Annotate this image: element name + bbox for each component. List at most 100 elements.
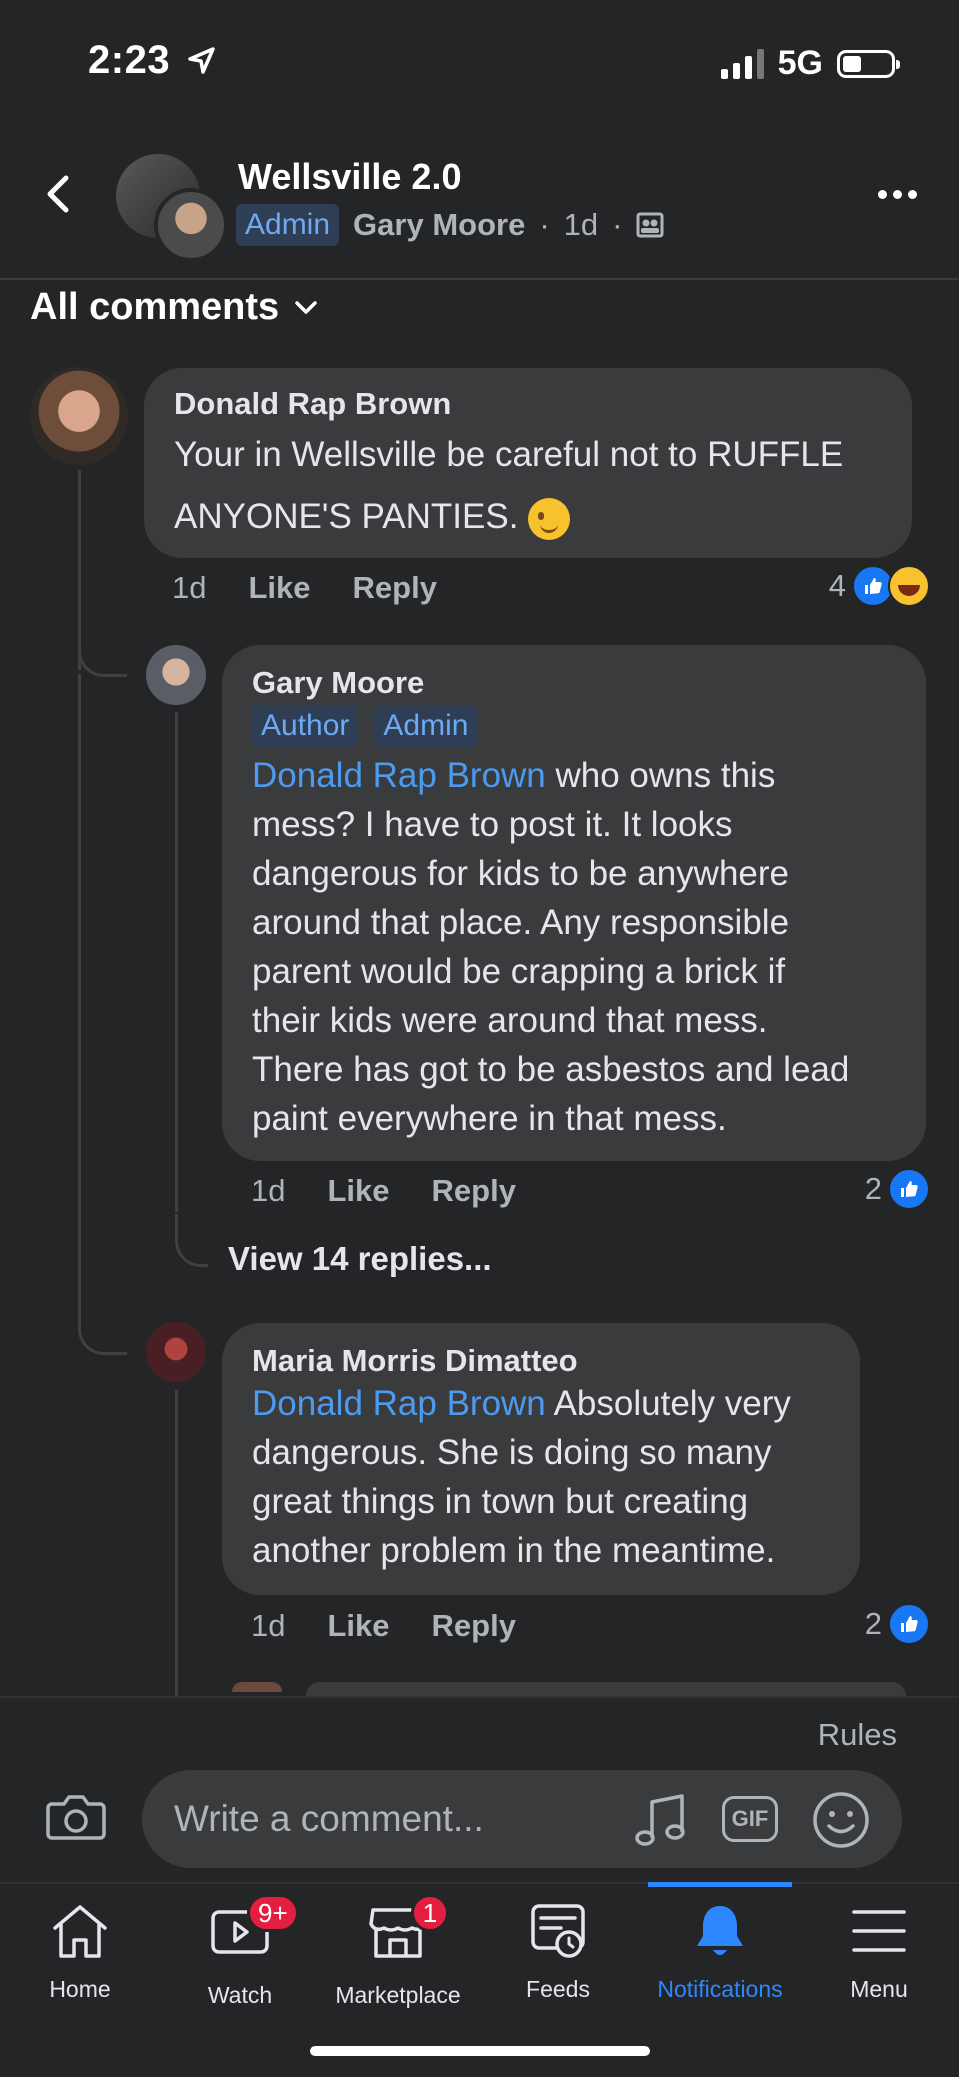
tab-label: Watch xyxy=(207,1982,273,2008)
battery-icon xyxy=(837,49,900,78)
thread-connector xyxy=(78,1308,127,1355)
admin-badge: Admin xyxy=(374,705,478,747)
like-button[interactable]: Like xyxy=(327,1173,389,1209)
comment-text: Donald Rap Brown who owns this mess? I h… xyxy=(252,751,896,1143)
comment-filter-dropdown[interactable]: All comments xyxy=(30,286,319,329)
active-tab-indicator xyxy=(648,1882,792,1887)
like-reaction-icon xyxy=(888,1603,930,1645)
haha-reaction-icon xyxy=(888,565,930,607)
meta-separator: · xyxy=(612,207,623,242)
feeds-icon xyxy=(531,1904,585,1958)
tab-marketplace[interactable]: 1 Marketplace xyxy=(318,1894,478,2009)
comment-actions: 1d Like Reply xyxy=(172,570,437,606)
reaction-count: 4 xyxy=(828,568,846,603)
reaction-summary[interactable]: 2 xyxy=(865,1168,930,1210)
group-name[interactable]: Wellsville 2.0 xyxy=(238,156,461,198)
bell-icon xyxy=(697,1906,743,1955)
comment-body: Your in Wellsville be careful not to RUF… xyxy=(174,435,844,536)
tab-feeds[interactable]: Feeds xyxy=(478,1902,638,2003)
tab-menu[interactable]: Menu xyxy=(799,1902,959,2003)
like-button[interactable]: Like xyxy=(327,1608,389,1644)
comment-bubble[interactable]: Donald Rap Brown Your in Wellsville be c… xyxy=(144,368,912,558)
location-arrow-icon xyxy=(188,47,215,74)
comment-input-placeholder: Write a comment... xyxy=(174,1798,484,1839)
home-indicator xyxy=(310,2046,650,2056)
comment-author[interactable]: Maria Morris Dimatteo xyxy=(252,1343,830,1379)
comment-body: dangerous. She is doing so many great th… xyxy=(252,1433,776,1570)
back-chevron-icon[interactable] xyxy=(40,172,76,216)
reply-button[interactable]: Reply xyxy=(432,1608,516,1644)
mention-link[interactable]: Donald Rap Brown xyxy=(252,1384,546,1423)
thread-line xyxy=(78,674,81,1324)
menu-icon xyxy=(852,1910,906,1952)
view-replies-link[interactable]: View 14 replies... xyxy=(228,1240,492,1278)
tab-label: Home xyxy=(49,1976,111,2002)
mention-link[interactable]: Donald Rap Brown xyxy=(252,756,546,795)
like-button[interactable]: Like xyxy=(248,570,310,606)
post-time: 1d xyxy=(563,207,599,242)
comment-bubble[interactable]: Maria Morris Dimatteo Donald Rap Brown A… xyxy=(222,1323,860,1595)
tab-notifications[interactable]: Notifications xyxy=(640,1902,800,2003)
reply-button[interactable]: Reply xyxy=(432,1173,516,1209)
reaction-count: 2 xyxy=(864,1606,882,1641)
poster-name[interactable]: Gary Moore xyxy=(353,207,525,243)
header-divider xyxy=(0,278,959,280)
reply-button[interactable]: Reply xyxy=(353,570,437,606)
comment-text-first-line: who owns this xyxy=(545,756,776,795)
reaction-summary[interactable]: 4 xyxy=(829,565,930,607)
avatar-gary-moore[interactable] xyxy=(146,645,206,705)
tab-home[interactable]: Home xyxy=(0,1902,160,2003)
tab-label: Feeds xyxy=(526,1976,590,2002)
admin-badge: Admin xyxy=(236,204,340,246)
comment-text: Your in Wellsville be careful not to RUF… xyxy=(174,424,882,548)
rules-link[interactable]: Rules xyxy=(818,1717,897,1753)
avatar-next-comment[interactable] xyxy=(232,1682,282,1692)
reaction-summary[interactable]: 2 xyxy=(865,1603,930,1645)
group-audience-icon xyxy=(636,212,664,238)
comment-actions: 1d Like Reply xyxy=(251,1173,516,1209)
thread-connector xyxy=(78,630,127,677)
home-icon xyxy=(53,1905,107,1958)
signal-icon xyxy=(720,48,764,79)
music-note-icon[interactable] xyxy=(634,1790,690,1850)
poster-avatar[interactable] xyxy=(154,188,228,262)
comment-text-first-line: Absolutely very xyxy=(545,1384,791,1423)
marketplace-badge: 1 xyxy=(411,1894,449,1932)
next-comment-bubble[interactable] xyxy=(306,1682,906,1696)
meta-separator: · xyxy=(539,207,550,242)
comment-body: mess? I have to post it. It looks danger… xyxy=(252,805,850,1138)
avatar-maria-morris-dimatteo[interactable] xyxy=(146,1322,206,1382)
avatar-donald-rap-brown[interactable] xyxy=(30,367,128,465)
comment-time: 1d xyxy=(251,1608,286,1643)
more-options-icon[interactable] xyxy=(878,190,917,199)
comment-time: 1d xyxy=(172,570,207,605)
camera-icon[interactable] xyxy=(46,1792,106,1842)
status-indicators: 5G xyxy=(720,44,900,83)
watch-badge: 9+ xyxy=(247,1894,299,1932)
network-type: 5G xyxy=(777,44,823,82)
gif-button[interactable]: GIF xyxy=(722,1796,778,1842)
post-meta: Admin Gary Moore · 1d · xyxy=(236,204,664,246)
tab-label: Menu xyxy=(850,1976,908,2002)
author-badges: Author Admin xyxy=(252,705,896,747)
status-time: 2:23 xyxy=(88,38,171,82)
author-badge: Author xyxy=(252,705,359,747)
reply-thread-line xyxy=(175,1390,178,1696)
reaction-count: 2 xyxy=(864,1171,882,1206)
emoji-smile-icon[interactable] xyxy=(812,1791,870,1849)
chevron-down-icon xyxy=(295,300,317,314)
comment-filter-label: All comments xyxy=(30,286,280,328)
reply-thread-connector xyxy=(175,1214,208,1267)
comment-text: Donald Rap Brown Absolutely very dangero… xyxy=(252,1379,830,1575)
wink-emoji-icon xyxy=(528,497,571,540)
comment-author[interactable]: Donald Rap Brown xyxy=(174,386,882,422)
tab-label: Notifications xyxy=(657,1976,783,2002)
like-reaction-icon xyxy=(888,1168,930,1210)
tab-label: Marketplace xyxy=(335,1982,461,2008)
comment-author[interactable]: Gary Moore xyxy=(252,665,896,701)
reply-thread-line xyxy=(175,712,178,1212)
comment-bubble[interactable]: Gary Moore Author Admin Donald Rap Brown… xyxy=(222,645,926,1161)
comment-time: 1d xyxy=(251,1173,286,1208)
comment-actions: 1d Like Reply xyxy=(251,1608,516,1644)
tab-watch[interactable]: 9+ Watch xyxy=(160,1894,320,2009)
